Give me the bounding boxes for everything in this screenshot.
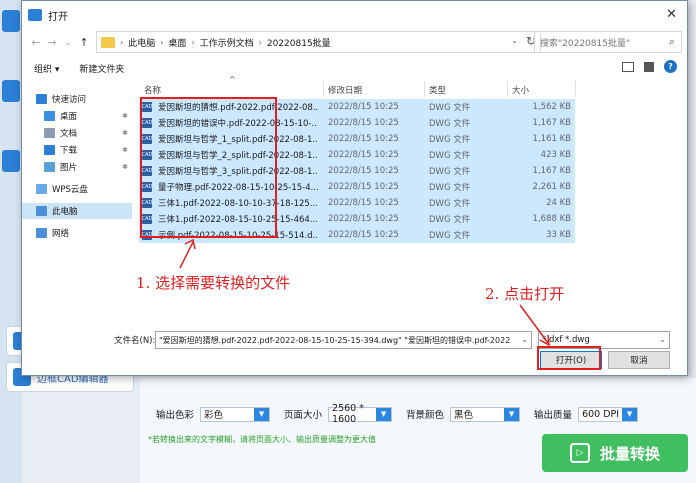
pin-icon: ✱ bbox=[122, 163, 128, 171]
nav-item-wps-cloud[interactable]: WPS云盘 bbox=[36, 181, 132, 197]
open-button-highlight-box bbox=[537, 346, 601, 370]
option-label: 页面大小 bbox=[284, 410, 323, 421]
search-icon: ⌕ bbox=[668, 35, 675, 48]
chevron-right-icon: › bbox=[191, 37, 195, 47]
pictures-icon bbox=[44, 162, 55, 172]
column-divider[interactable] bbox=[507, 81, 508, 97]
help-icon[interactable]: ? bbox=[664, 60, 677, 73]
sidebar-tool-icon[interactable] bbox=[2, 80, 20, 102]
sidebar-tool-icon[interactable] bbox=[2, 150, 20, 172]
output-options: 输出色彩 彩色 ▼ 页面大小 2560 * 1600 ▼ 背景颜色 黑色 ▼ 输出质量… bbox=[156, 403, 639, 425]
batch-convert-button[interactable]: ▷ 批量转换 bbox=[542, 434, 688, 472]
dialog-title: 打开 bbox=[48, 11, 68, 23]
option-label: 背景颜色 bbox=[406, 410, 445, 421]
navigation-pane: 快速访问 桌面 ✱ 文档 ✱ 下载 ✱ 图片 ✱ WPS云盘 此电脑 网络 bbox=[22, 81, 132, 319]
chevron-down-icon: ▼ bbox=[376, 407, 392, 421]
play-icon: ▷ bbox=[569, 443, 590, 463]
close-icon[interactable]: ✕ bbox=[666, 7, 677, 22]
breadcrumb-item[interactable]: 工作示例文档 bbox=[200, 36, 254, 49]
column-date[interactable]: 修改日期 bbox=[328, 84, 362, 96]
option-label: 输出色彩 bbox=[156, 410, 195, 421]
column-divider[interactable] bbox=[323, 81, 324, 97]
chevron-down-icon: ▼ bbox=[254, 407, 270, 421]
view-options-icon[interactable] bbox=[622, 61, 634, 72]
annotation-step1: 1. 选择需要转换的文件 bbox=[136, 274, 291, 292]
filename-input[interactable]: "爱因斯坦的猜想.pdf-2022.pdf-2022-08-15-10-25-1… bbox=[155, 331, 532, 349]
pin-icon: ✱ bbox=[122, 146, 128, 154]
new-folder-button[interactable]: 新建文件夹 bbox=[79, 62, 124, 75]
document-icon bbox=[44, 128, 55, 138]
address-bar[interactable]: › 此电脑 › 桌面 › 工作示例文档 › 20220815批量 ⌄ ↻ bbox=[96, 31, 541, 53]
column-size[interactable]: 大小 bbox=[512, 84, 529, 96]
folder-icon bbox=[101, 36, 115, 48]
cloud-icon bbox=[36, 184, 47, 194]
breadcrumb-item[interactable]: 桌面 bbox=[168, 36, 186, 49]
background-color-select[interactable]: 黑色 ▼ bbox=[450, 406, 521, 422]
download-icon bbox=[44, 145, 55, 155]
pin-icon: ✱ bbox=[122, 129, 128, 137]
app-sidebar bbox=[0, 0, 22, 483]
app-logo-icon bbox=[2, 10, 20, 32]
filename-label: 文件名(N): bbox=[114, 336, 156, 346]
chevron-right-icon: › bbox=[120, 37, 124, 47]
column-divider[interactable] bbox=[575, 81, 576, 97]
breadcrumb-item[interactable]: 此电脑 bbox=[128, 36, 155, 49]
file-list-header: ^ 名称 修改日期 类型 大小 bbox=[139, 75, 687, 97]
command-bar: 组织 ▾ 新建文件夹 ? bbox=[22, 57, 687, 79]
search-input[interactable]: 搜索"20220815批量" ⌕ bbox=[534, 31, 682, 53]
selection-highlight-box bbox=[140, 97, 277, 238]
preview-pane-icon[interactable] bbox=[644, 61, 654, 72]
chevron-down-icon: ▼ bbox=[622, 407, 638, 421]
dialog-titlebar: 打开 bbox=[22, 1, 687, 29]
hint-text: *若转换出来的文字模糊，请将页面大小、输出质量调整为更大值 bbox=[148, 435, 376, 444]
nav-item-downloads[interactable]: 下载 ✱ bbox=[44, 142, 132, 158]
organize-button[interactable]: 组织 ▾ bbox=[34, 62, 59, 75]
star-icon bbox=[36, 94, 47, 104]
nav-item-network[interactable]: 网络 bbox=[36, 225, 132, 241]
sort-arrow-icon: ^ bbox=[229, 75, 236, 84]
nav-item-pictures[interactable]: 图片 ✱ bbox=[44, 159, 132, 175]
chevron-down-icon[interactable]: ⌄ bbox=[511, 36, 518, 45]
address-row: ← → ⌄ ↑ › 此电脑 › 桌面 › 工作示例文档 › 20220815批量… bbox=[22, 29, 687, 55]
nav-item-quick-access[interactable]: 快速访问 bbox=[36, 91, 132, 107]
computer-icon bbox=[36, 206, 47, 216]
open-file-dialog: 打开 ✕ ← → ⌄ ↑ › 此电脑 › 桌面 › 工作示例文档 › 20220… bbox=[21, 0, 688, 376]
output-color-select[interactable]: 彩色 ▼ bbox=[200, 406, 271, 422]
recent-locations-icon[interactable]: ⌄ bbox=[60, 38, 76, 47]
up-arrow-icon[interactable]: ↑ bbox=[76, 36, 92, 49]
chevron-right-icon: › bbox=[258, 37, 262, 47]
chevron-down-icon[interactable]: ⌄ bbox=[521, 335, 528, 344]
column-type[interactable]: 类型 bbox=[429, 84, 446, 96]
nav-item-documents[interactable]: 文档 ✱ bbox=[44, 125, 132, 141]
cancel-button[interactable]: 取消 bbox=[608, 351, 670, 369]
forward-arrow-icon[interactable]: → bbox=[44, 36, 60, 49]
breadcrumb-item[interactable]: 20220815批量 bbox=[267, 36, 331, 49]
app-icon bbox=[28, 9, 42, 21]
chevron-right-icon: › bbox=[160, 37, 164, 47]
batch-convert-label: 批量转换 bbox=[599, 444, 660, 463]
annotation-step2: 2. 点击打开 bbox=[485, 285, 565, 303]
chevron-down-icon: ▼ bbox=[504, 407, 520, 421]
output-quality-select[interactable]: 600 DPI ▼ bbox=[578, 406, 639, 422]
column-name[interactable]: 名称 bbox=[144, 84, 161, 96]
search-placeholder: 搜索"20220815批量" bbox=[540, 38, 631, 49]
pin-icon: ✱ bbox=[122, 112, 128, 120]
network-icon bbox=[36, 228, 47, 238]
nav-item-this-pc[interactable]: 此电脑 bbox=[22, 203, 132, 219]
option-label: 输出质量 bbox=[534, 410, 573, 421]
desktop-icon bbox=[44, 111, 55, 121]
back-arrow-icon[interactable]: ← bbox=[28, 36, 44, 49]
column-divider[interactable] bbox=[424, 81, 425, 97]
nav-item-desktop[interactable]: 桌面 ✱ bbox=[44, 108, 132, 124]
chevron-down-icon[interactable]: ⌄ bbox=[659, 335, 666, 344]
page-size-select[interactable]: 2560 * 1600 ▼ bbox=[328, 403, 393, 425]
